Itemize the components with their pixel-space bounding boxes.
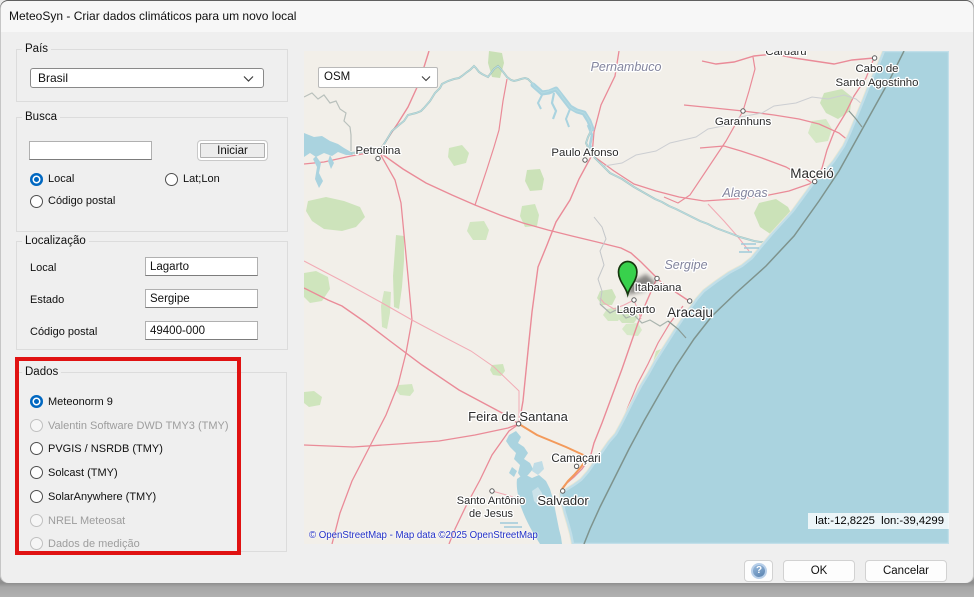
svg-text:Camaçari: Camaçari [551, 453, 600, 465]
svg-text:Alagoas: Alagoas [721, 186, 767, 200]
svg-text:Salvador: Salvador [537, 493, 589, 508]
svg-text:Cabo de: Cabo de [855, 63, 898, 75]
svg-text:Aracaju: Aracaju [667, 305, 713, 320]
svg-text:Pernambuco: Pernambuco [591, 60, 662, 74]
svg-text:Lagarto: Lagarto [617, 304, 656, 316]
svg-text:Sergipe: Sergipe [664, 258, 707, 272]
svg-text:Petrolina: Petrolina [356, 145, 402, 157]
svg-text:Maceió: Maceió [790, 166, 834, 181]
svg-text:de Jesus: de Jesus [469, 508, 514, 520]
svg-text:Santo Agostinho: Santo Agostinho [836, 77, 919, 89]
svg-text:Santo Antônio: Santo Antônio [457, 495, 526, 507]
svg-text:Garanhuns: Garanhuns [715, 116, 772, 128]
svg-text:Feira de Santana: Feira de Santana [468, 409, 569, 424]
svg-text:Caruaru: Caruaru [765, 51, 806, 58]
svg-text:Itabaiana: Itabaiana [635, 282, 683, 294]
svg-text:Paulo Afonso: Paulo Afonso [551, 147, 618, 159]
